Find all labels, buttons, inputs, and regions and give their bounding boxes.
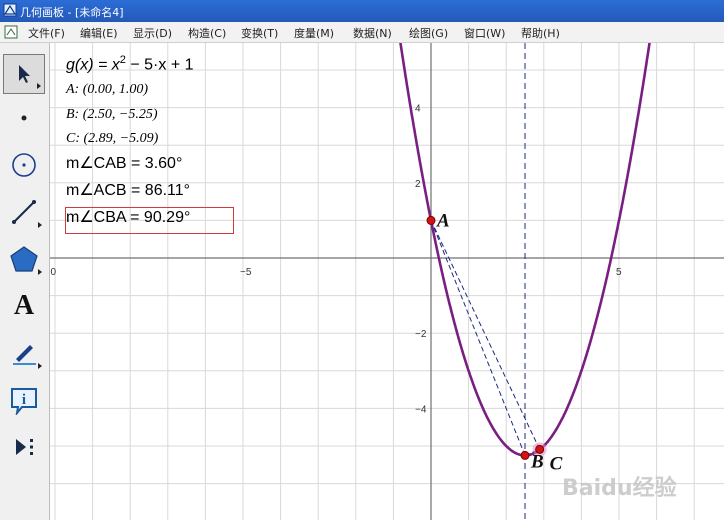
angle-cab-measure[interactable]: m∠CAB = 3.60°	[66, 153, 182, 173]
tool-menu-arrow-icon	[38, 363, 42, 369]
function-suffix: − 5·x + 1	[125, 56, 194, 74]
y-tick-label: −2	[415, 329, 427, 340]
function-label[interactable]: g(x) = x2 − 5·x + 1	[66, 54, 194, 74]
point-tool[interactable]	[3, 98, 45, 138]
points[interactable]: A B C	[426, 210, 563, 474]
point-icon	[21, 115, 27, 121]
y-tick-label: 4	[415, 104, 421, 115]
arrow-cursor-icon	[19, 65, 30, 83]
text-a-icon: A	[13, 290, 35, 321]
pentagon-icon	[10, 246, 38, 272]
dashed-segments[interactable]	[430, 220, 541, 456]
point-b-coordinates[interactable]: B: (2.50, −5.25)	[66, 107, 158, 123]
point-label-a: A	[436, 210, 450, 231]
x-tick-label: 0	[50, 267, 56, 278]
menu-measure[interactable]: 度量(M)	[294, 25, 334, 41]
point-c-coordinates[interactable]: C: (2.89, −5.09)	[66, 131, 158, 147]
menu-help[interactable]: 帮助(H)	[521, 25, 560, 41]
app-icon	[3, 3, 17, 17]
menu-file[interactable]: 文件(F)	[28, 25, 65, 41]
function-prefix: g(x) = x	[66, 56, 120, 74]
menu-bar: 文件(F) 编辑(E) 显示(D) 构造(C) 变换(T) 度量(M) 数据(N…	[0, 22, 724, 43]
title-bar: 几何画板 - [未命名4]	[0, 0, 724, 22]
menu-data[interactable]: 数据(N)	[353, 25, 392, 41]
segment-icon	[12, 200, 36, 224]
point-label-c: C	[550, 453, 563, 474]
segment-AB	[430, 220, 526, 456]
document-icon[interactable]	[3, 24, 19, 40]
selection-arrow-tool[interactable]	[3, 54, 45, 94]
circle-icon	[12, 153, 36, 177]
information-tool[interactable]: i	[3, 380, 45, 420]
marker-tool[interactable]	[3, 333, 45, 373]
window-title: 几何画板 - [未命名4]	[20, 6, 124, 19]
tool-menu-arrow-icon	[38, 269, 42, 275]
compass-tool[interactable]	[3, 145, 45, 185]
straightedge-tool[interactable]	[3, 192, 45, 232]
toolbox: A i	[0, 43, 50, 520]
menu-edit[interactable]: 编辑(E)	[80, 25, 118, 41]
menu-construct[interactable]: 构造(C)	[188, 25, 226, 41]
custom-tool[interactable]	[3, 427, 45, 467]
point-a-coordinates[interactable]: A: (0.00, 1.00)	[66, 82, 148, 98]
y-tick-label: −4	[415, 404, 427, 415]
menu-graph[interactable]: 绘图(G)	[409, 25, 448, 41]
info-icon: i	[11, 388, 37, 415]
y-tick-label: 2	[415, 179, 421, 190]
point-a	[426, 215, 436, 225]
info-i-glyph: i	[22, 392, 26, 408]
angle-acb-measure[interactable]: m∠ACB = 86.11°	[66, 180, 190, 200]
menu-display[interactable]: 显示(D)	[133, 25, 172, 41]
watermark-text: Baidu经验	[562, 475, 677, 501]
x-tick-label: 5	[616, 267, 622, 278]
play-more-icon	[16, 439, 33, 455]
tool-menu-arrow-icon	[37, 83, 41, 89]
pen-icon	[13, 345, 36, 365]
tool-menu-arrow-icon	[38, 222, 42, 228]
x-tick-label: −5	[240, 267, 252, 278]
polygon-tool[interactable]	[3, 239, 45, 279]
selection-highlight-box	[65, 207, 234, 234]
text-tool[interactable]: A	[3, 286, 45, 326]
menu-transform[interactable]: 变换(T)	[241, 25, 278, 41]
point-b	[520, 450, 530, 460]
baidu-watermark: Baidu经验	[562, 475, 677, 501]
point-label-b: B	[530, 451, 544, 472]
menu-window[interactable]: 窗口(W)	[464, 25, 505, 41]
